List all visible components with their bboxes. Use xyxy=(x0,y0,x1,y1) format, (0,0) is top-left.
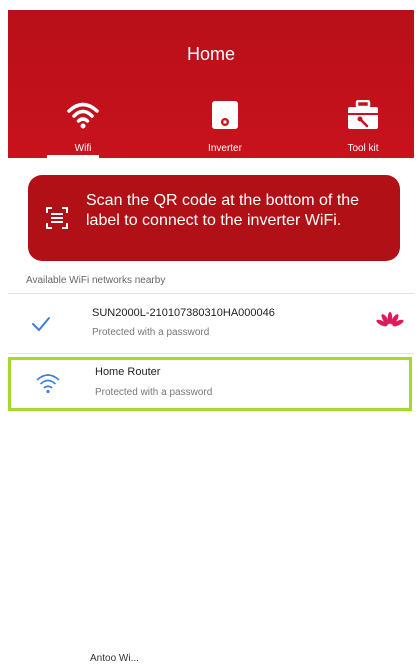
huawei-logo-icon xyxy=(374,311,406,340)
network-item-home-router[interactable]: Home Router Protected with a password xyxy=(8,357,412,411)
tab-wifi[interactable]: Wifi xyxy=(38,98,128,154)
page-title: Home xyxy=(186,44,235,64)
divider xyxy=(8,293,414,294)
app-header: Home Wifi Inverter Tool kit xyxy=(8,10,414,158)
footer-text: Antoo Wi... xyxy=(90,653,139,664)
tab-active-indicator xyxy=(47,155,99,158)
divider xyxy=(8,353,414,354)
wifi-signal-icon xyxy=(35,372,61,399)
banner-text: Scan the QR code at the bottom of the la… xyxy=(86,192,360,229)
tab-toolkit-label: Tool kit xyxy=(347,143,379,154)
wifi-icon xyxy=(38,98,128,132)
scan-qr-banner[interactable]: Scan the QR code at the bottom of the la… xyxy=(28,175,400,261)
networks-section-label: Available WiFi networks nearby xyxy=(26,275,166,286)
tab-toolkit[interactable]: Tool kit xyxy=(318,98,408,154)
network-status: Protected with a password xyxy=(92,327,210,338)
network-item-sun2000l[interactable]: SUN2000L-210107380310HA000046 Protected … xyxy=(8,298,414,352)
inverter-icon xyxy=(180,98,270,132)
tab-inverter[interactable]: Inverter xyxy=(180,98,270,154)
network-name: Home Router xyxy=(95,366,161,378)
network-status: Protected with a password xyxy=(95,387,213,398)
tab-inverter-label: Inverter xyxy=(208,143,242,154)
tab-wifi-label: Wifi xyxy=(74,143,92,154)
qr-scan-icon xyxy=(46,207,68,234)
check-icon xyxy=(31,316,51,337)
toolbox-icon xyxy=(318,98,408,132)
network-name: SUN2000L-210107380310HA000046 xyxy=(92,307,275,319)
